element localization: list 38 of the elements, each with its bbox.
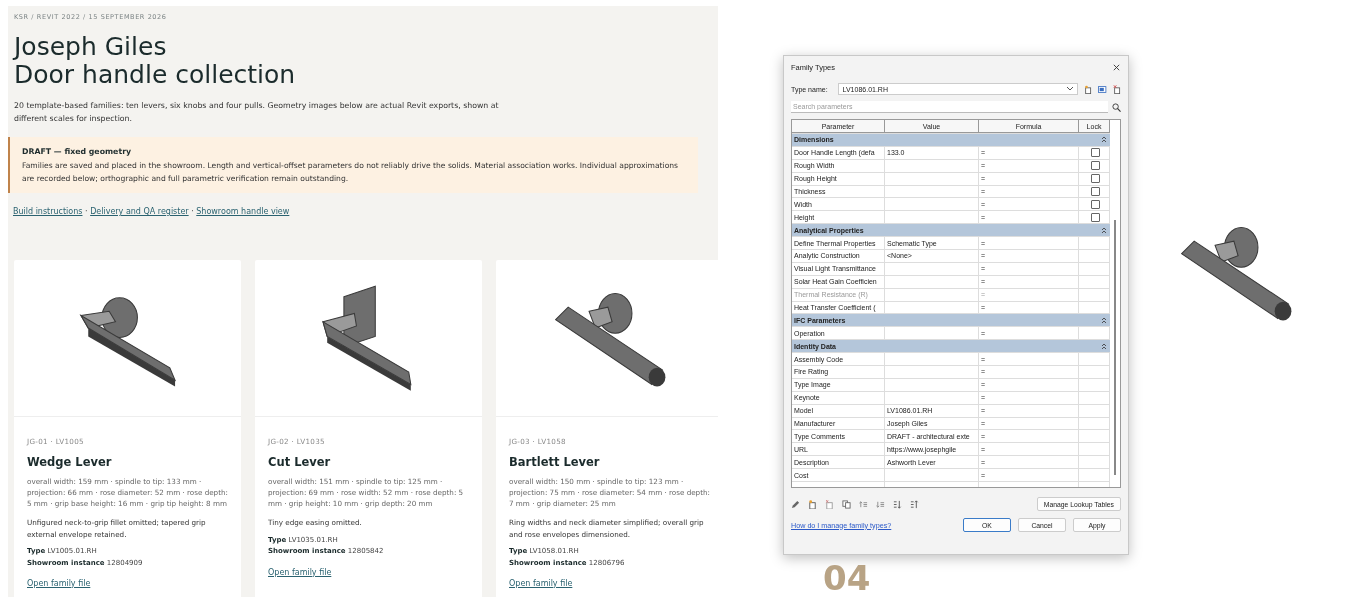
page-title: Door handle collection: [14, 61, 296, 89]
sort-descending-icon[interactable]: [910, 499, 919, 509]
new-type-icon[interactable]: [1084, 84, 1093, 94]
lock-checkbox[interactable]: [1090, 148, 1100, 158]
card-title: Bartlett Lever: [509, 455, 601, 469]
sort-ascending-icon[interactable]: [893, 499, 902, 509]
nav-link[interactable]: Build instructions: [13, 207, 83, 216]
nav-link[interactable]: Delivery and QA register: [90, 207, 189, 216]
card-title: Wedge Lever: [27, 455, 113, 469]
rename-icon[interactable]: [1098, 84, 1107, 94]
new-parameter-icon[interactable]: [808, 499, 817, 509]
collapse-icon[interactable]: [1102, 317, 1106, 323]
section-number: 04: [823, 561, 872, 595]
delete-type-icon[interactable]: [1112, 84, 1121, 94]
separator: ·: [85, 207, 88, 216]
lock-checkbox[interactable]: [1090, 161, 1100, 171]
separator: ·: [191, 207, 194, 216]
collapse-icon[interactable]: [1102, 137, 1106, 143]
copy-icon[interactable]: [842, 499, 851, 509]
scrollbar[interactable]: [1114, 220, 1116, 475]
close-icon[interactable]: [1112, 62, 1121, 72]
open-file-link[interactable]: Open family file: [27, 579, 91, 588]
move-down-icon[interactable]: [876, 499, 885, 509]
lock-checkbox[interactable]: [1090, 212, 1100, 222]
open-file-link[interactable]: Open family file: [509, 579, 573, 588]
search-icon[interactable]: [1112, 102, 1121, 112]
nav-link[interactable]: Showroom handle view: [196, 207, 290, 216]
open-file-link[interactable]: Open family file: [268, 567, 332, 577]
lock-checkbox[interactable]: [1090, 199, 1100, 209]
lock-checkbox[interactable]: [1090, 174, 1100, 184]
lock-checkbox[interactable]: [1090, 187, 1100, 196]
move-up-icon[interactable]: [859, 499, 868, 509]
page-title: Joseph Giles: [14, 33, 167, 61]
caret-icon[interactable]: [1067, 87, 1074, 91]
pencil-icon[interactable]: [791, 499, 800, 509]
collapse-icon[interactable]: [1102, 343, 1106, 349]
card-title: Cut Lever: [268, 455, 332, 469]
collapse-icon[interactable]: [1102, 227, 1106, 233]
